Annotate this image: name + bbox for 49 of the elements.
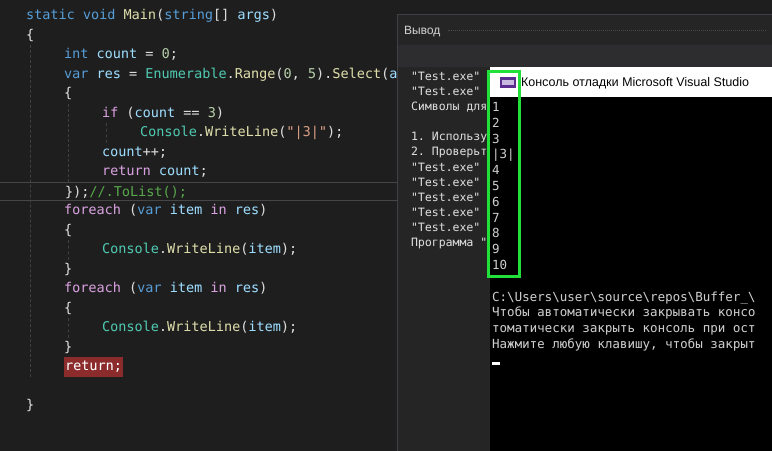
code-line: });//.ToList();: [65, 182, 187, 200]
output-line: "Test.exe": [411, 204, 480, 220]
console-line: 6: [492, 194, 500, 210]
code-line: static void Main(string[] args): [26, 6, 278, 25]
console-line: 5: [492, 178, 500, 194]
window-title: Консоль отладки Microsoft Visual Studio: [521, 74, 749, 91]
code-line: {: [64, 220, 72, 240]
console-line: 1: [492, 99, 500, 115]
text-cursor: [492, 362, 500, 365]
console-line: Нажмите любую клавишу, чтобы закрыт: [492, 336, 756, 352]
console-line: 7: [492, 210, 500, 226]
code-line: Console.WriteLine(item);: [102, 240, 298, 259]
code-line: foreach (var item in res): [64, 279, 268, 298]
output-line: "Test.exe": [411, 174, 480, 190]
code-line: }: [26, 396, 34, 415]
output-line: "Test.exe": [411, 160, 480, 175]
console-line: 8: [492, 225, 500, 242]
panel-title: Вывод: [404, 22, 440, 39]
output-line: Программа ": [411, 235, 488, 250]
code-line: {: [26, 26, 34, 44]
code-line: {: [64, 298, 72, 318]
code-line: int count = 0;: [64, 45, 178, 64]
code-line: var res = Enumerable.Range(0, 5).Select(a: [64, 64, 397, 84]
code-line: if (count == 3): [102, 104, 224, 122]
console-line: 2: [492, 114, 500, 131]
code-line: }: [64, 260, 72, 278]
console-line: 4: [492, 162, 500, 178]
console-line: |3|: [492, 146, 515, 162]
code-line: Console.WriteLine("|3|");: [140, 123, 344, 142]
console-line: 9: [492, 241, 500, 257]
code-line: {: [64, 84, 72, 103]
code-line: }: [64, 338, 72, 356]
code-line: foreach (var item in res): [64, 201, 268, 220]
output-line: Символы для: [411, 99, 488, 114]
console-line: C:\Users\user\source\repos\Buffer_\: [492, 288, 756, 304]
console-line: томатически закрыть консоль при ост: [492, 320, 756, 336]
console-icon: [500, 76, 516, 88]
console-line: 10: [492, 256, 508, 273]
console-line: 3: [492, 130, 500, 146]
code-line: return count;: [102, 162, 208, 181]
code-line: count++;: [102, 142, 168, 162]
output-line: 2. Проверьт: [411, 144, 488, 160]
output-line: "Test.exe": [411, 84, 480, 100]
output-line: "Test.exe": [411, 69, 480, 84]
output-line: "Test.exe": [411, 220, 480, 236]
console-line: Чтобы автоматически закрывать консо: [492, 304, 756, 320]
output-line: 1. Использу: [411, 129, 488, 144]
code-line: Console.WriteLine(item);: [102, 318, 298, 337]
output-line: "Test.exe": [411, 190, 480, 205]
